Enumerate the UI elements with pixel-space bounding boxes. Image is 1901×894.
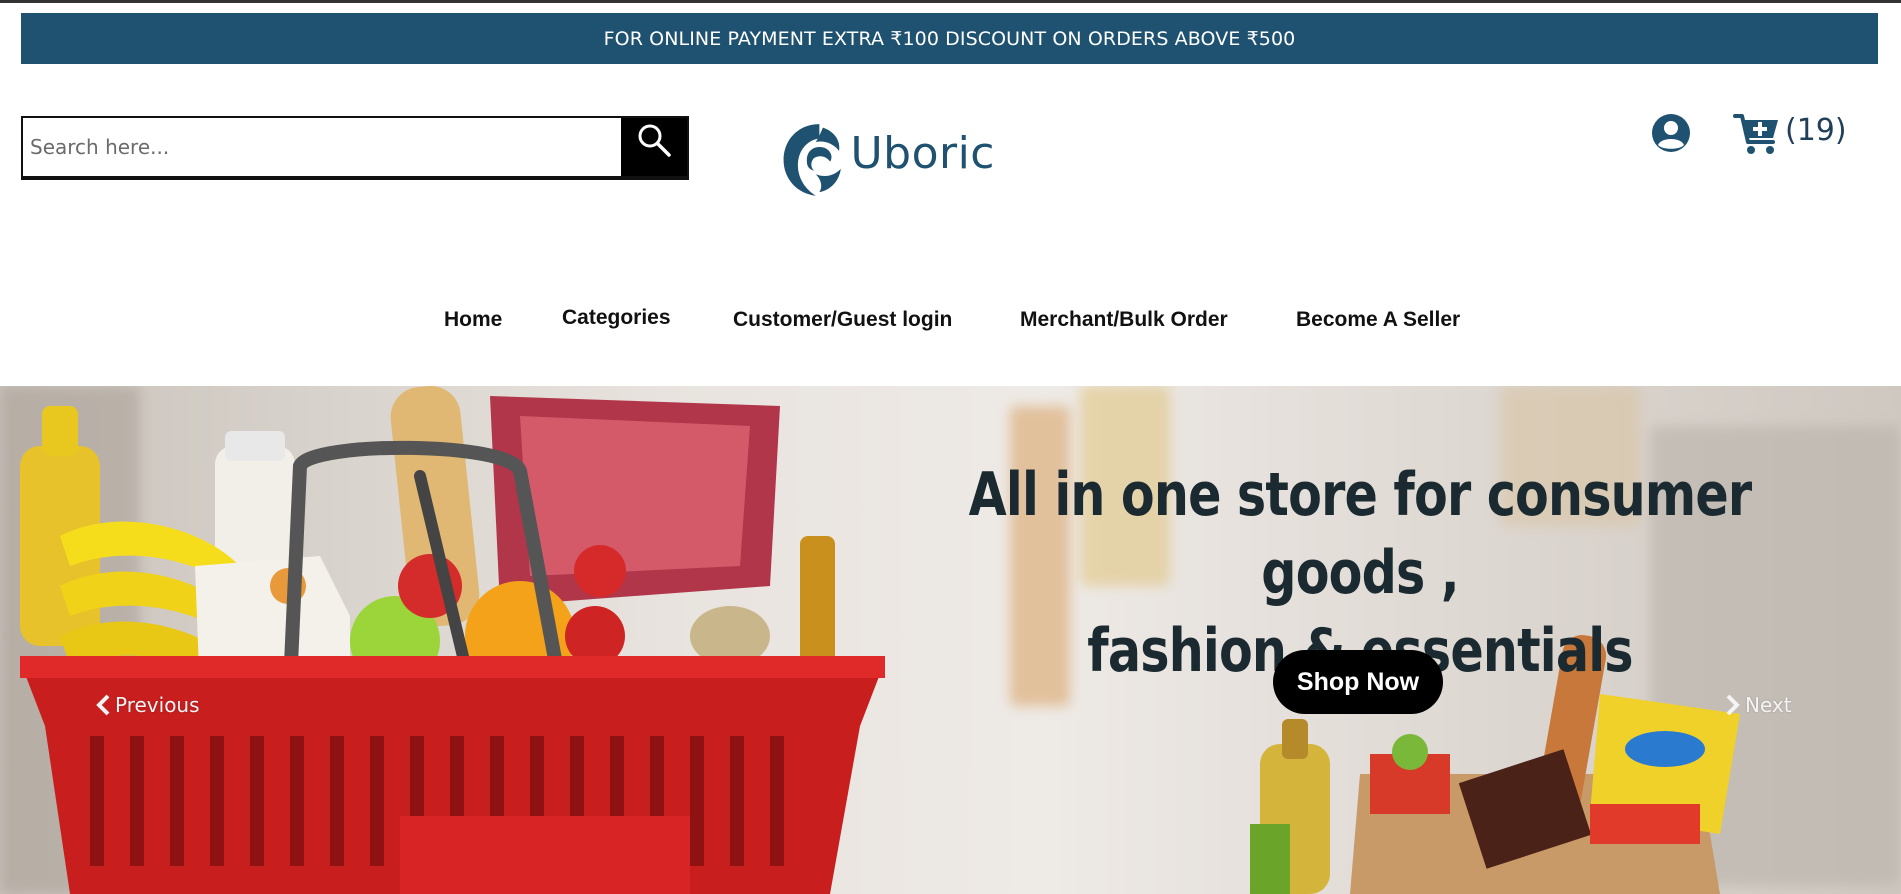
- logo-swirl-icon: [783, 124, 841, 196]
- search-button[interactable]: [621, 118, 687, 176]
- brand-name: Uboric: [850, 127, 995, 179]
- brand-logo[interactable]: Uboric: [780, 112, 995, 206]
- cart-plus-icon[interactable]: [1733, 112, 1781, 156]
- top-border: [0, 0, 1901, 3]
- carousel-next-button[interactable]: Next: [1725, 693, 1792, 717]
- carousel-previous-button[interactable]: Previous: [95, 693, 200, 717]
- cart-count[interactable]: (19): [1785, 113, 1847, 148]
- nav-home[interactable]: Home: [444, 308, 502, 332]
- shop-now-button[interactable]: Shop Now: [1273, 650, 1443, 714]
- promo-text: FOR ONLINE PAYMENT EXTRA ₹100 DISCOUNT O…: [603, 27, 1296, 50]
- search-icon: [638, 124, 671, 157]
- chevron-left-icon: [96, 694, 110, 716]
- search-bar: [21, 116, 689, 180]
- grocery-basket-image: [20, 386, 885, 894]
- promo-banner: FOR ONLINE PAYMENT EXTRA ₹100 DISCOUNT O…: [21, 13, 1878, 64]
- nav-become-a-seller[interactable]: Become A Seller: [1296, 308, 1460, 332]
- nav-merchant-bulk-order[interactable]: Merchant/Bulk Order: [1020, 308, 1228, 332]
- carousel-next-label: Next: [1745, 693, 1792, 717]
- carousel-previous-label: Previous: [115, 693, 200, 717]
- hero-carousel: All in one store for consumer goods , fa…: [0, 386, 1901, 894]
- nav-categories[interactable]: Categories: [562, 306, 671, 330]
- hero-heading-line-1: All in one store for consumer goods ,: [968, 460, 1752, 608]
- nav-customer-guest-login[interactable]: Customer/Guest login: [733, 308, 952, 332]
- chevron-right-icon: [1726, 694, 1740, 716]
- search-input[interactable]: [23, 118, 621, 176]
- account-icon[interactable]: [1651, 113, 1691, 153]
- main-nav: Home Categories Customer/Guest login Mer…: [0, 300, 1901, 340]
